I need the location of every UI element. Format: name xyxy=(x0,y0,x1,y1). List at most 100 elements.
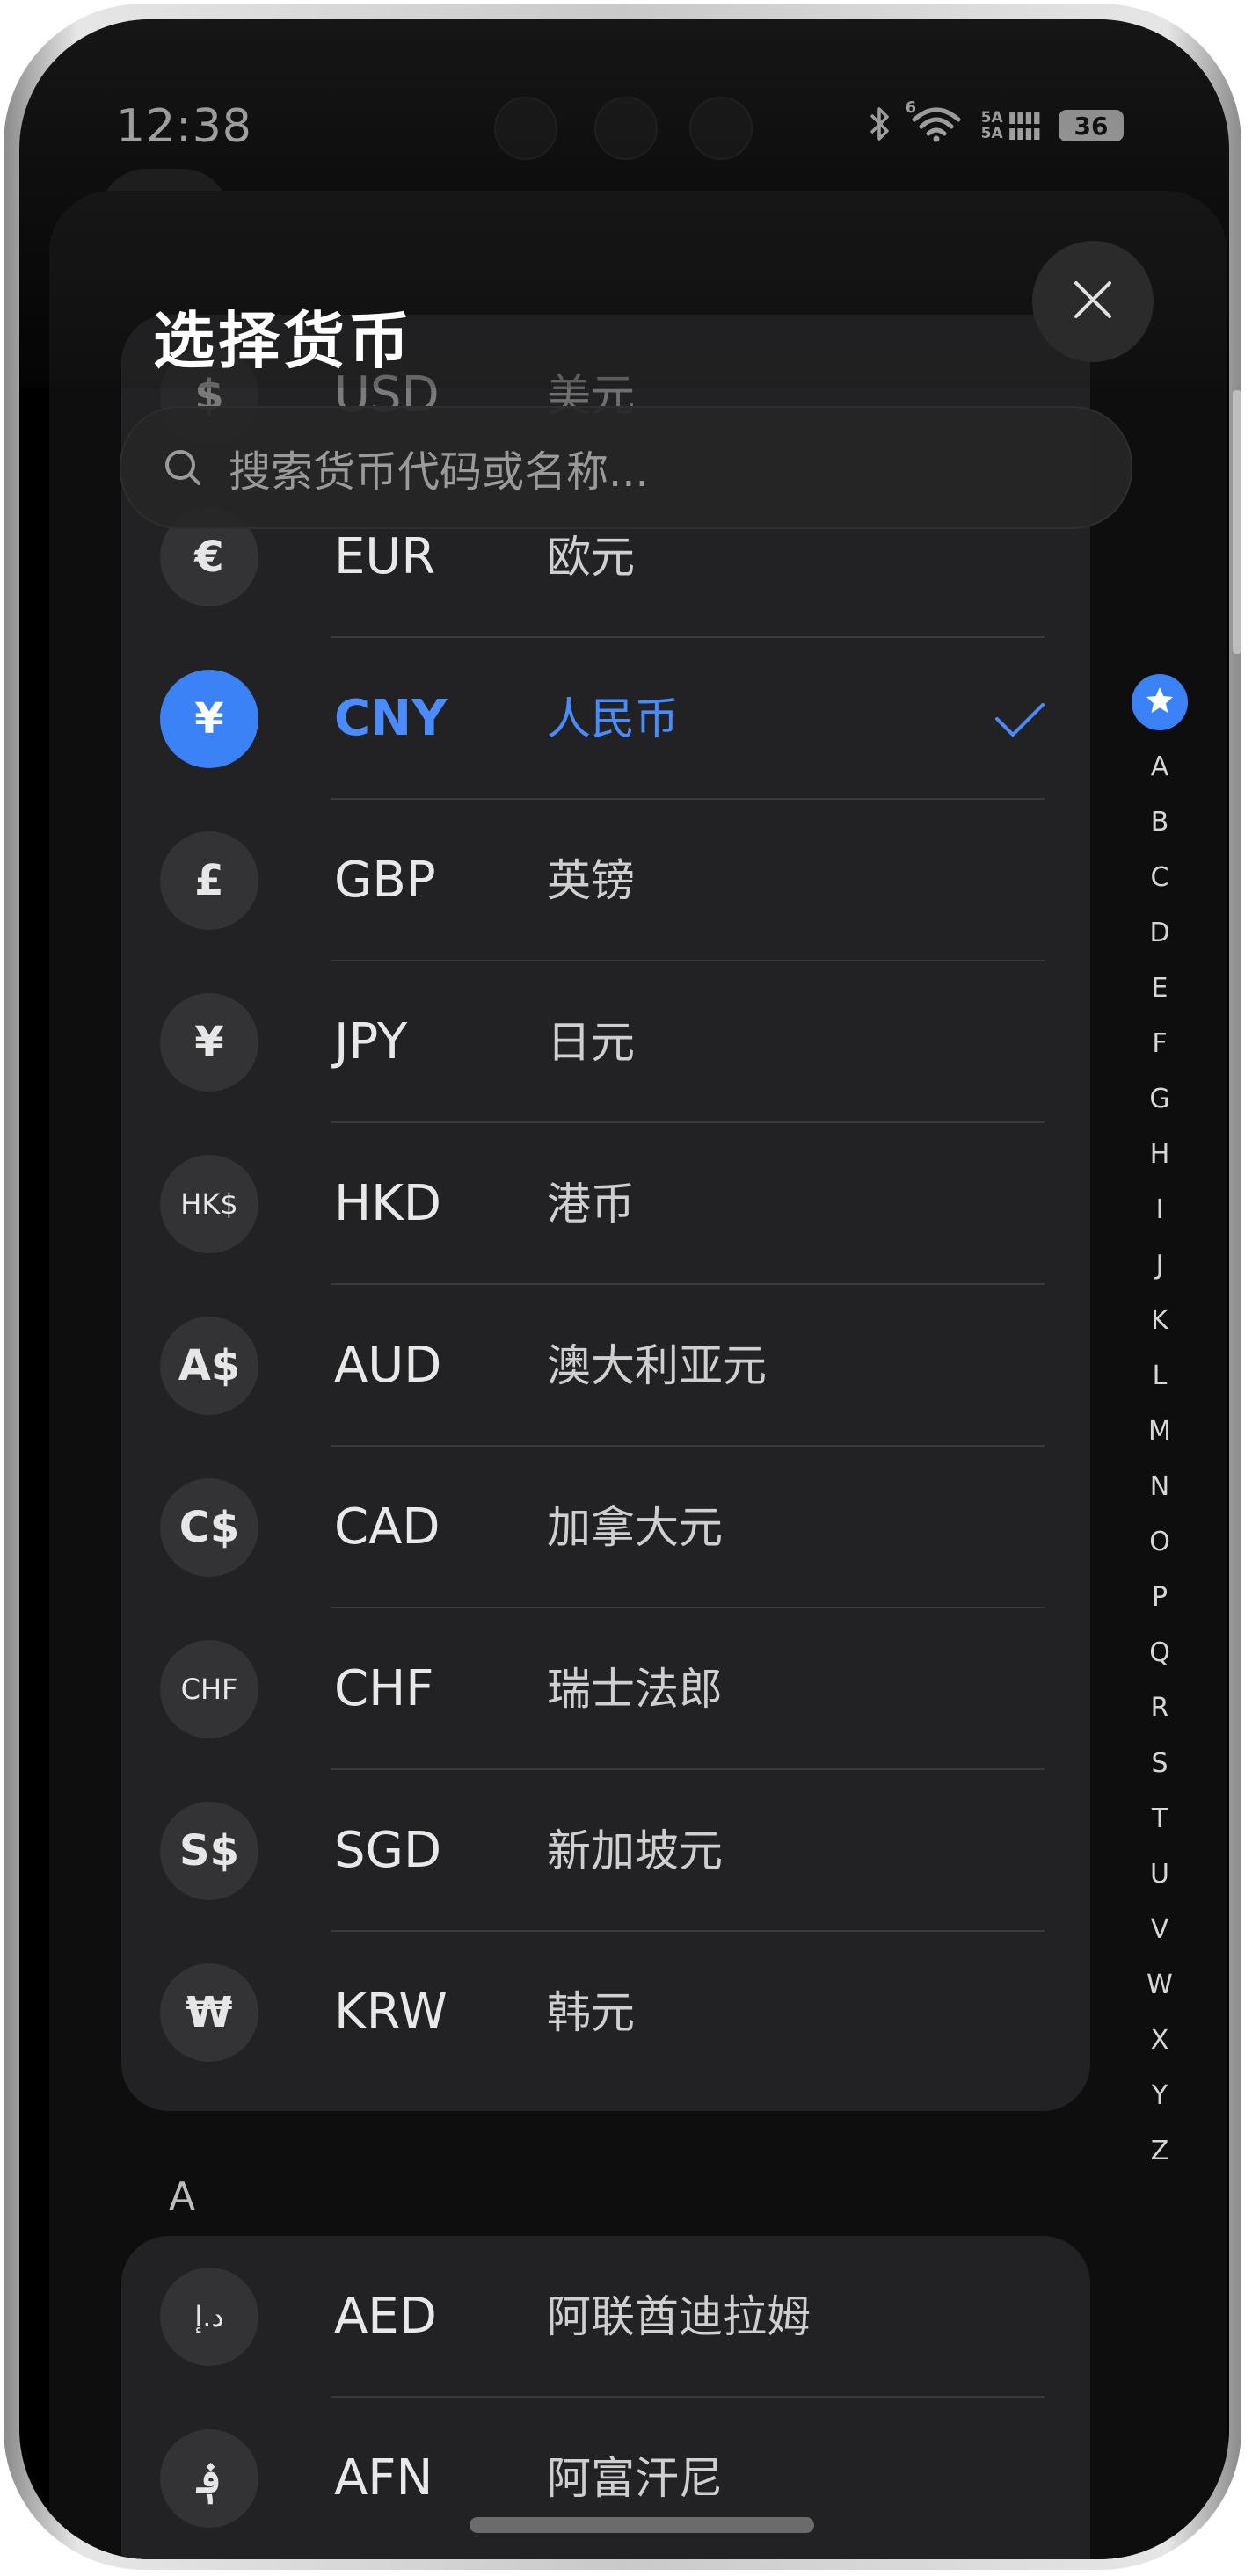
search-icon xyxy=(162,446,204,489)
index-letter-p[interactable]: P xyxy=(1129,1570,1190,1625)
currency-row-hkd[interactable]: HK$ HKD 港币 xyxy=(121,1123,1090,1285)
alphabet-index-bar[interactable]: ABCDEFGHIJKLMNOPQRSTUVWXYZ xyxy=(1129,674,1190,2179)
currency-code: AUD xyxy=(334,1337,442,1394)
index-letter-h[interactable]: H xyxy=(1129,1127,1190,1182)
currency-symbol-icon: ¥ xyxy=(160,670,258,768)
currency-row-cny[interactable]: ¥ CNY 人民币 xyxy=(121,638,1090,800)
common-currency-list: $ USD 美元 € EUR 欧元 ¥ CNY 人民币 £ GBP 英镑 ¥ JPY 日元 HK$ HKD 港币 A… xyxy=(121,315,1090,2111)
index-letter-u[interactable]: U xyxy=(1129,1847,1190,1902)
currency-code: SGD xyxy=(334,1822,442,1879)
currency-name: 瑞士法郎 xyxy=(547,1664,723,1715)
currency-name: 港币 xyxy=(547,1179,635,1230)
currency-name: 加拿大元 xyxy=(547,1502,723,1553)
index-letter-m[interactable]: M xyxy=(1129,1404,1190,1459)
index-letter-z[interactable]: Z xyxy=(1129,2123,1190,2179)
currency-symbol-icon: A$ xyxy=(160,1317,258,1415)
currency-code: CAD xyxy=(334,1498,440,1556)
currency-code: CHF xyxy=(334,1660,434,1717)
screen: 汇率 12:38 6 5A ▮▮▮▮ 5A ▮▮▮▮ xyxy=(19,19,1229,2559)
index-letter-t[interactable]: T xyxy=(1129,1791,1190,1847)
front-camera-left xyxy=(494,97,557,160)
index-letter-v[interactable]: V xyxy=(1129,1902,1190,1957)
currency-code: KRW xyxy=(334,1984,448,2041)
section-letter-a: A xyxy=(169,2174,196,2219)
index-letter-i[interactable]: I xyxy=(1129,1182,1190,1237)
currency-name: 日元 xyxy=(547,1017,635,1068)
status-icons: 6 5A ▮▮▮▮ 5A ▮▮▮▮ 36 xyxy=(869,98,1124,146)
currency-code: JPY xyxy=(334,1013,408,1070)
index-letter-l[interactable]: L xyxy=(1129,1348,1190,1404)
currency-name: 人民币 xyxy=(547,693,679,744)
battery-level: 36 xyxy=(1074,111,1109,141)
currency-row-aed[interactable]: د.إ AED 阿联酋迪拉姆 xyxy=(121,2236,1090,2398)
currency-symbol-icon: ₩ xyxy=(160,1963,258,2062)
index-letter-e[interactable]: E xyxy=(1129,961,1190,1016)
signal-icon: 5A ▮▮▮▮ 5A ▮▮▮▮ xyxy=(980,109,1041,142)
currency-row-afn[interactable]: ؋ AFN 阿富汗尼 xyxy=(121,2398,1090,2559)
currency-name: 澳大利亚元 xyxy=(547,1340,767,1391)
search-input[interactable]: 搜索货币代码或名称... xyxy=(120,406,1132,529)
currency-row-aud[interactable]: A$ AUD 澳大利亚元 xyxy=(121,1285,1090,1447)
index-letter-q[interactable]: Q xyxy=(1129,1625,1190,1680)
index-letter-g[interactable]: G xyxy=(1129,1071,1190,1127)
index-letter-f[interactable]: F xyxy=(1129,1016,1190,1071)
close-button[interactable] xyxy=(1032,241,1154,362)
index-letter-k[interactable]: K xyxy=(1129,1293,1190,1348)
front-camera-right xyxy=(689,97,753,160)
index-letter-j[interactable]: J xyxy=(1129,1237,1190,1293)
sheet-title: 选择货币 xyxy=(153,305,413,377)
index-star-button[interactable] xyxy=(1132,674,1188,730)
network-type-1: 5A xyxy=(980,109,1003,127)
index-letter-c[interactable]: C xyxy=(1129,850,1190,905)
currency-symbol-icon: S$ xyxy=(160,1802,258,1900)
checkmark-icon xyxy=(992,691,1048,751)
currency-row-gbp[interactable]: £ GBP 英镑 xyxy=(121,800,1090,961)
currency-symbol-icon: C$ xyxy=(160,1478,258,1577)
currency-symbol-icon: ¥ xyxy=(160,993,258,1092)
currency-code: CNY xyxy=(334,690,448,747)
currency-row-chf[interactable]: CHF CHF 瑞士法郎 xyxy=(121,1608,1090,1770)
index-letter-n[interactable]: N xyxy=(1129,1459,1190,1514)
wifi-badge: 6 xyxy=(905,98,917,117)
index-letter-o[interactable]: O xyxy=(1129,1514,1190,1570)
currency-name: 新加坡元 xyxy=(547,1825,723,1876)
currency-name: 阿富汗尼 xyxy=(547,2453,723,2504)
home-indicator[interactable] xyxy=(470,2517,814,2533)
currency-code: AED xyxy=(334,2288,437,2345)
currency-row-sgd[interactable]: S$ SGD 新加坡元 xyxy=(121,1770,1090,1932)
index-letter-x[interactable]: X xyxy=(1129,2013,1190,2068)
status-time: 12:38 xyxy=(116,100,252,153)
currency-name: 英镑 xyxy=(547,855,635,906)
section-a-list: د.إ AED 阿联酋迪拉姆 ؋ AFN 阿富汗尼 xyxy=(121,2236,1090,2559)
currency-symbol-icon: £ xyxy=(160,831,258,930)
star-icon xyxy=(1144,685,1176,720)
index-letter-b[interactable]: B xyxy=(1129,795,1190,850)
network-type-2: 5A xyxy=(980,125,1003,142)
close-icon xyxy=(1073,279,1113,323)
index-letter-s[interactable]: S xyxy=(1129,1736,1190,1791)
currency-row-cad[interactable]: C$ CAD 加拿大元 xyxy=(121,1447,1090,1608)
currency-name: 阿联酋迪拉姆 xyxy=(547,2291,811,2342)
front-camera-center xyxy=(594,97,658,160)
index-letter-y[interactable]: Y xyxy=(1129,2068,1190,2123)
currency-code: HKD xyxy=(334,1175,441,1232)
phone-frame: 汇率 12:38 6 5A ▮▮▮▮ 5A ▮▮▮▮ xyxy=(4,4,1241,2570)
bluetooth-icon xyxy=(869,105,892,146)
wifi-icon: 6 xyxy=(906,98,964,146)
currency-row-krw[interactable]: ₩ KRW 韩元 xyxy=(121,1932,1090,2093)
search-placeholder: 搜索货币代码或名称... xyxy=(229,447,649,497)
currency-symbol-icon: د.إ xyxy=(160,2268,258,2366)
volume-button xyxy=(1233,390,1241,654)
currency-code: AFN xyxy=(334,2449,433,2507)
index-letter-a[interactable]: A xyxy=(1129,739,1190,795)
currency-row-jpy[interactable]: ¥ JPY 日元 xyxy=(121,961,1090,1123)
currency-symbol-icon: ؋ xyxy=(160,2429,258,2528)
battery-icon: 36 xyxy=(1059,110,1124,141)
currency-symbol-icon: CHF xyxy=(160,1640,258,1738)
currency-name: 韩元 xyxy=(547,1987,635,2038)
index-letter-d[interactable]: D xyxy=(1129,905,1190,961)
index-letter-r[interactable]: R xyxy=(1129,1680,1190,1736)
currency-symbol-icon: HK$ xyxy=(160,1155,258,1253)
currency-code: GBP xyxy=(334,852,436,909)
index-letter-w[interactable]: W xyxy=(1129,1957,1190,2013)
